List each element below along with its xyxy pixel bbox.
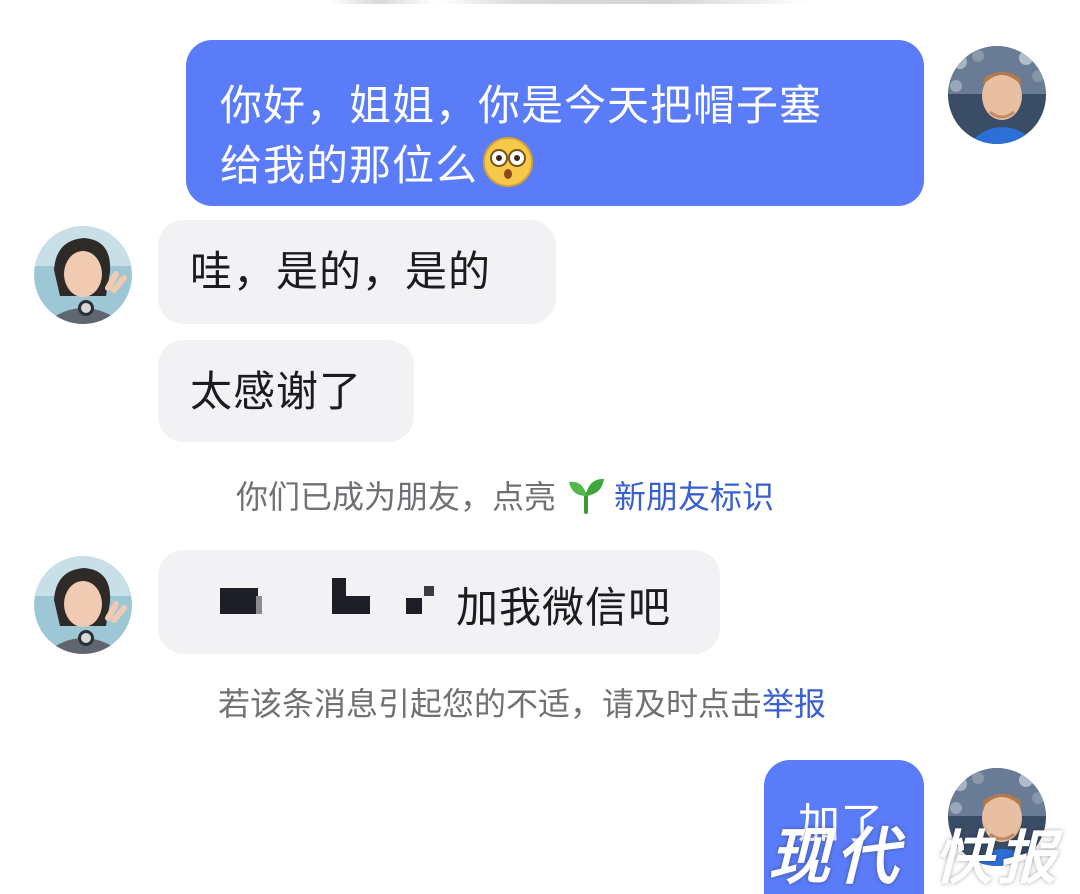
message-text-line: 你好，姐姐，你是今天把帽子塞 <box>220 81 823 130</box>
sprout-icon <box>569 478 605 514</box>
chat-screen: 你好，姐姐，你是今天把帽子塞 给我的那位么 哇，是的，是的 太感谢了 你们已成为… <box>0 0 1080 894</box>
friend-added-notice: 你们已成为朋友，点亮 新朋友标识 <box>236 476 774 517</box>
message-bubble-contact-1[interactable]: 哇，是的，是的 <box>158 220 556 324</box>
message-text-line: 给我的那位么 <box>220 136 888 196</box>
report-notice: 若该条消息引起您的不适，请及时点击举报 <box>218 684 826 724</box>
flushed-face-emoji-icon <box>483 137 534 187</box>
message-text: 加我微信吧 <box>456 583 672 632</box>
message-text: 哇，是的，是的 <box>190 247 492 296</box>
notice-text: 若该条消息引起您的不适，请及时点击 <box>218 685 763 723</box>
message-bubble-contact-2[interactable]: 太感谢了 <box>158 340 414 442</box>
contact-avatar[interactable] <box>34 226 132 324</box>
cropped-top-content <box>330 0 810 4</box>
message-bubble-self-1[interactable]: 你好，姐姐，你是今天把帽子塞 给我的那位么 <box>186 40 924 206</box>
message-text: 太感谢了 <box>190 367 363 416</box>
self-avatar[interactable] <box>948 46 1046 144</box>
redacted-content <box>220 572 456 628</box>
notice-text: 你们已成为朋友，点亮 <box>236 478 557 516</box>
message-bubble-contact-3[interactable]: 加我微信吧 <box>158 550 720 654</box>
contact-avatar[interactable] <box>34 556 132 654</box>
report-link[interactable]: 举报 <box>762 685 826 723</box>
new-friend-badge-link[interactable]: 新朋友标识 <box>614 478 774 516</box>
publisher-watermark: 现代 快报 <box>768 820 1063 893</box>
